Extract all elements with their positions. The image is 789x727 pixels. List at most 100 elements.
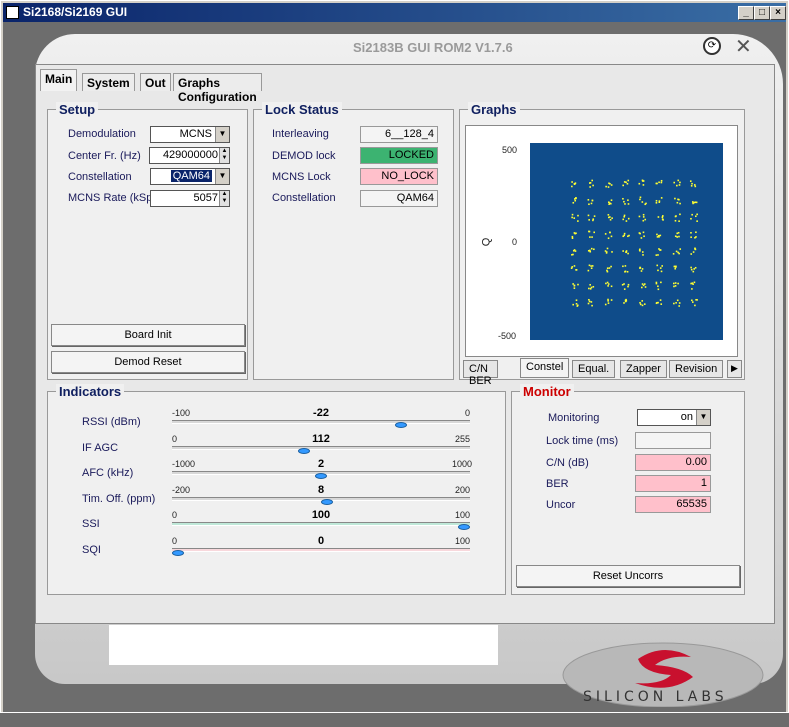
mcns-rate-input[interactable]: 5057 ▲ ▼	[150, 190, 230, 207]
constellation-point	[641, 251, 644, 253]
indicator-thumb	[320, 498, 333, 505]
constellation-point	[625, 250, 628, 252]
mcns-rate-value: 5057	[193, 192, 218, 204]
constellation-point	[589, 288, 592, 290]
indicator-row: IF AGC 0 255 112	[48, 433, 505, 459]
monitoring-select[interactable]: on ▼	[637, 409, 711, 426]
constellation-point	[593, 231, 596, 234]
tab-out[interactable]: Out	[140, 73, 171, 91]
constellation-point	[661, 216, 664, 218]
indicator-max: 100	[454, 510, 470, 520]
constellation-point	[587, 302, 590, 305]
constellation-point	[690, 236, 692, 239]
constellation-point	[607, 285, 609, 287]
constellation-point	[676, 232, 679, 235]
tab-scroll-right-icon[interactable]: ▶	[727, 360, 742, 378]
constellation-point	[675, 302, 677, 304]
demodulation-select[interactable]: MCNS ▼	[150, 126, 230, 143]
minimize-button[interactable]: _	[738, 6, 754, 20]
interleaving-value: 6__128_4	[360, 126, 438, 143]
constellation-point	[694, 201, 697, 204]
reset-uncors-button[interactable]: Reset Uncorrs	[516, 565, 740, 587]
constellation-point	[656, 264, 659, 267]
indicator-value: -22	[313, 407, 329, 419]
constellation-point	[628, 234, 630, 237]
constellation-point	[655, 254, 658, 256]
tab-system[interactable]: System	[82, 73, 135, 91]
constellation-select[interactable]: QAM64 ▼	[150, 168, 230, 185]
constellation-point	[638, 182, 641, 185]
constellation-point	[593, 215, 596, 217]
ber-value: 1	[635, 475, 711, 492]
demodulation-value: MCNS	[179, 128, 212, 140]
tab-main[interactable]: Main	[40, 69, 78, 91]
constellation-point	[627, 217, 630, 220]
indicator-label: RSSI (dBm)	[82, 416, 141, 428]
demod-reset-button[interactable]: Demod Reset	[51, 351, 245, 373]
constellation-point	[588, 230, 590, 233]
constellation-point	[660, 181, 663, 184]
spinner-icon[interactable]: ▲ ▼	[219, 148, 229, 163]
constellation-point	[659, 249, 662, 251]
constellation-point	[622, 184, 624, 187]
constellation-point	[574, 250, 577, 252]
constellation-point	[639, 232, 641, 235]
close-button[interactable]: ×	[770, 6, 786, 20]
spinner-icon[interactable]: ▲ ▼	[219, 191, 229, 206]
constellation-point	[661, 265, 663, 267]
constellation-point	[575, 197, 577, 200]
constellation-point	[590, 267, 593, 270]
constellation-point	[690, 217, 692, 220]
constellation-point	[577, 220, 579, 222]
constellation-point	[676, 201, 679, 204]
close-icon[interactable]: ✕	[735, 34, 752, 59]
constellation-point	[673, 181, 676, 184]
graphs-group: Graphs 500 0 -500 Q C/N BER Constel Equa…	[459, 102, 745, 387]
constellation-point	[608, 202, 611, 204]
constellation-point	[679, 202, 681, 205]
constellation-point	[623, 200, 625, 203]
constellation-point	[656, 233, 658, 236]
constellation-point	[673, 265, 676, 268]
setup-title: Setup	[56, 102, 99, 117]
graph-tab-cn-ber[interactable]: C/N BER	[463, 360, 498, 387]
constellation-point	[605, 252, 608, 254]
maximize-button[interactable]: □	[754, 6, 770, 20]
constellation-point	[674, 219, 677, 222]
constellation-point	[624, 265, 627, 267]
indicator-thumb	[458, 524, 470, 530]
constellation-point	[693, 184, 696, 186]
constellation-label: Constellation	[68, 171, 132, 183]
graph-tab-revision[interactable]: Revision	[669, 360, 724, 378]
constellation-point	[643, 235, 645, 238]
demod-lock-label: DEMOD lock	[272, 150, 336, 162]
constellation-point	[692, 251, 695, 253]
graph-tab-constel[interactable]: Constel	[520, 358, 570, 378]
title-bar: Si2168/Si2169 GUI _ □ ×	[3, 3, 786, 22]
constellation-value: QAM64	[170, 170, 212, 182]
constellation-point	[572, 201, 575, 204]
main-content: Main System Out Graphs Configuration Set…	[35, 64, 775, 624]
constellation-point	[642, 213, 645, 216]
refresh-icon[interactable]: ⟳	[703, 37, 721, 55]
plot-background	[530, 143, 723, 340]
graph-tab-equal[interactable]: Equal.	[572, 360, 616, 378]
constellation-point	[593, 248, 595, 251]
constellation-point	[590, 265, 592, 267]
constellation-point	[639, 301, 641, 304]
constellation-point	[607, 186, 610, 188]
constellation-point	[657, 285, 659, 288]
constellation-point	[690, 231, 692, 234]
constellation-point	[642, 219, 645, 222]
constellation-point	[676, 299, 679, 302]
constellation-point	[660, 197, 663, 199]
tab-graphs-configuration[interactable]: Graphs Configuration	[173, 73, 262, 104]
constellation-point	[627, 283, 630, 286]
indicator-thumb	[172, 549, 184, 556]
graph-tab-zapper[interactable]: Zapper	[620, 360, 667, 378]
board-init-button[interactable]: Board Init	[51, 324, 245, 346]
constellation-point	[639, 249, 641, 252]
y-max-label: 500	[502, 145, 518, 155]
constellation-point	[659, 234, 662, 237]
center-frequency-input[interactable]: 429000000 ▲ ▼	[149, 147, 230, 164]
